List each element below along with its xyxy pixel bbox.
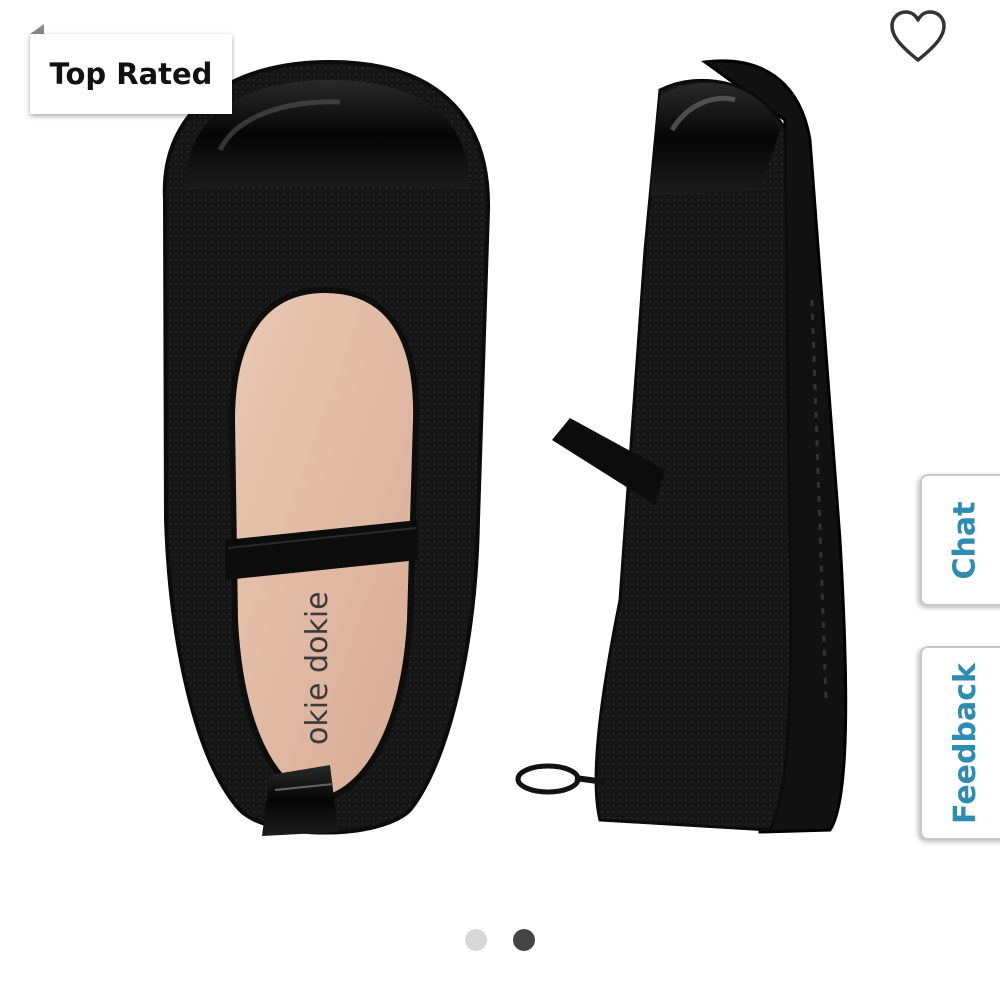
- feedback-tab-label: Feedback: [947, 662, 983, 824]
- badge-fold-corner: [30, 24, 44, 34]
- top-rated-badge: Top Rated: [30, 34, 232, 114]
- carousel-dot-2[interactable]: [513, 929, 535, 951]
- feedback-tab[interactable]: Feedback: [920, 646, 1000, 840]
- right-shoe: [515, 59, 848, 834]
- heart-outline-icon[interactable]: [888, 8, 948, 66]
- chat-tab[interactable]: Chat: [920, 474, 1000, 606]
- top-rated-label: Top Rated: [49, 57, 213, 91]
- carousel-dot-1[interactable]: [465, 929, 487, 951]
- carousel-pagination: [0, 929, 1000, 951]
- product-image: okie dokie: [162, 59, 848, 836]
- chat-tab-label: Chat: [947, 501, 983, 579]
- insole-brand-text: okie dokie: [300, 591, 335, 745]
